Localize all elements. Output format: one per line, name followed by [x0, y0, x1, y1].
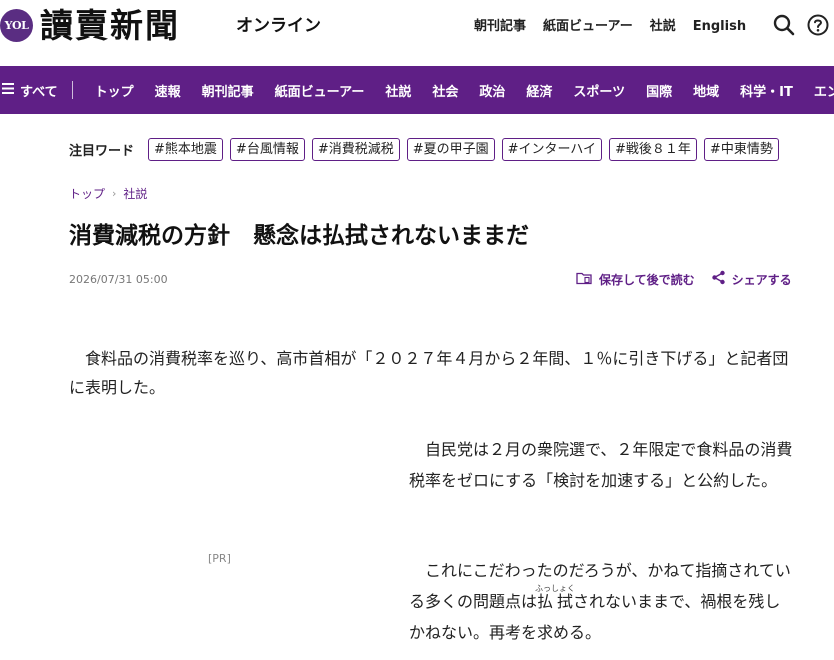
header-link-english[interactable]: English [693, 17, 746, 37]
search-icon[interactable] [772, 13, 796, 37]
trending-tag[interactable]: #熊本地震 [148, 138, 223, 161]
bookmark-folder-icon [576, 271, 599, 288]
nav-item-science-it[interactable]: 科学・IT [740, 81, 793, 100]
breadcrumb: トップ › 社説 [69, 185, 147, 202]
nav-item-morning-edition[interactable]: 朝刊記事 [202, 81, 254, 100]
yol-logo-badge[interactable]: YOL [0, 9, 33, 42]
trending-tag[interactable]: #消費税減税 [311, 138, 400, 161]
site-logo-subtitle[interactable]: オンライン [236, 14, 321, 38]
ruby-word: 払拭ふっしょく [535, 584, 576, 611]
nav-item-economy[interactable]: 経済 [526, 81, 552, 100]
help-icon[interactable] [806, 13, 830, 37]
menu-icon [2, 82, 15, 98]
share-icon [711, 270, 732, 288]
article-paragraph: 自民党は２月の衆院選で、２年限定で食料品の消費税率をゼロにする「検討を加速する」… [409, 440, 793, 490]
ruby-base: 払拭 [535, 592, 576, 611]
nav-item-politics[interactable]: 政治 [479, 81, 505, 100]
header-link-morning-edition[interactable]: 朝刊記事 [474, 17, 526, 37]
trending-tag[interactable]: #中東情勢 [703, 138, 779, 161]
header-link-paper-viewer[interactable]: 紙面ビューアー [543, 17, 633, 37]
article-paragraph: 食料品の消費税率を巡り、高市首相が「２０２７年４月から２年間、１％に引き下げる」… [69, 349, 789, 397]
chevron-right-icon: › [112, 187, 117, 200]
trending-tag[interactable]: #台風情報 [229, 138, 305, 161]
nav-item-sports[interactable]: スポーツ [573, 81, 625, 100]
nav-all-label: すべて [20, 84, 58, 100]
share-label: シェアする [731, 272, 792, 287]
trending-words: 注目ワード #熊本地震 #台風情報 #消費税減税 #夏の甲子園 #インターハイ … [69, 138, 786, 161]
site-logo[interactable]: 讀賣新聞 [40, 6, 180, 46]
article-date: 2026/07/31 05:00 [69, 273, 168, 286]
breadcrumb-link-editorial[interactable]: 社説 [123, 185, 147, 202]
trending-tag[interactable]: #夏の甲子園 [406, 138, 495, 161]
article-actions: 保存して後で読む シェアする [576, 270, 808, 288]
nav-item-entertainment[interactable]: エンタ [814, 81, 834, 100]
nav-item-local[interactable]: 地域 [693, 81, 719, 100]
save-for-later-label: 保存して後で読む [599, 272, 695, 287]
share-button[interactable]: シェアする [711, 270, 792, 288]
ruby-reading: ふっしょく [535, 584, 576, 593]
pr-label: [PR] [208, 552, 231, 565]
nav-items: トップ 速報 朝刊記事 紙面ビューアー 社説 社会 政治 経済 スポーツ 国際 … [73, 81, 834, 100]
header-links: 朝刊記事 紙面ビューアー 社説 English [474, 17, 746, 37]
nav-item-international[interactable]: 国際 [646, 81, 672, 100]
article-paragraph: これにこだわったのだろうが、かねて指摘されている多くの問題点は払拭ふっしょくされ… [409, 555, 794, 648]
nav-all-button[interactable]: すべて [0, 81, 73, 100]
save-for-later-button[interactable]: 保存して後で読む [576, 271, 695, 288]
site-header: YOL 讀賣新聞 オンライン 朝刊記事 紙面ビューアー 社説 English [0, 0, 834, 66]
nav-item-breaking[interactable]: 速報 [155, 81, 181, 100]
nav-item-paper-viewer[interactable]: 紙面ビューアー [275, 81, 365, 100]
trending-label: 注目ワード [69, 144, 135, 159]
article-title: 消費減税の方針 懸念は払拭されないままだ [69, 223, 529, 249]
nav-item-society[interactable]: 社会 [432, 81, 458, 100]
breadcrumb-link-top[interactable]: トップ [69, 185, 105, 202]
nav-item-top[interactable]: トップ [95, 81, 134, 100]
header-link-editorial[interactable]: 社説 [650, 17, 676, 37]
nav-item-editorial[interactable]: 社説 [385, 81, 411, 100]
trending-tag[interactable]: #インターハイ [501, 138, 603, 161]
trending-tag[interactable]: #戦後８１年 [609, 138, 697, 161]
global-nav: すべて トップ 速報 朝刊記事 紙面ビューアー 社説 社会 政治 経済 スポーツ… [0, 66, 834, 114]
